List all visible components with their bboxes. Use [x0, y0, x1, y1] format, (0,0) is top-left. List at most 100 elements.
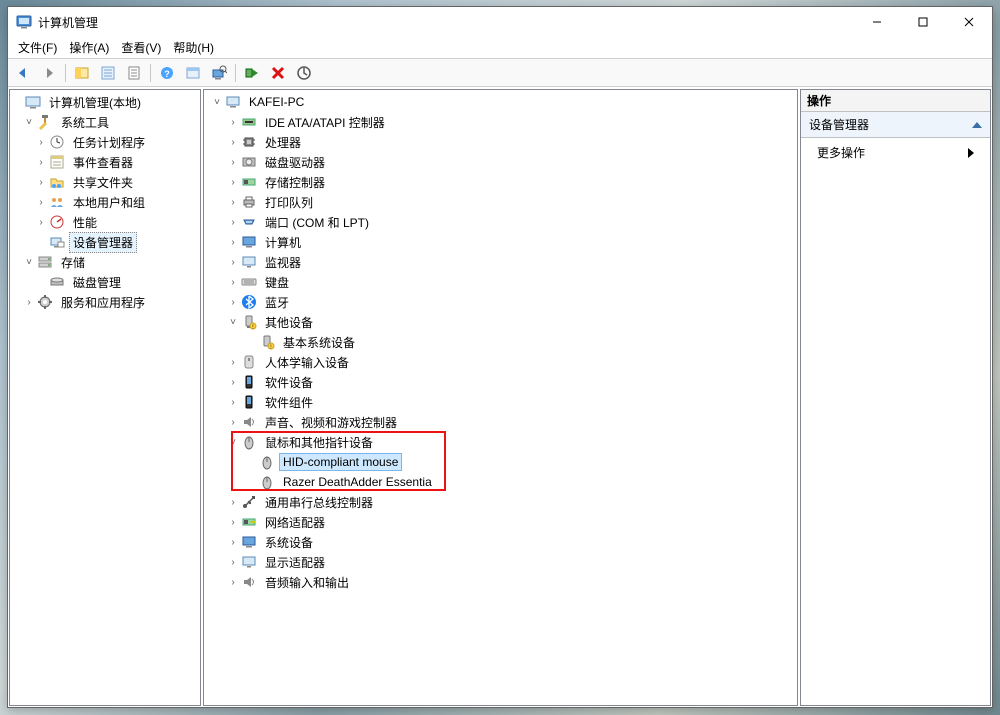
toolbar-separator	[235, 64, 236, 82]
properties-button[interactable]	[96, 62, 120, 84]
device-node-hid-mouse[interactable]: ›HID-compliant mouse	[204, 452, 797, 472]
nav-forward-button[interactable]	[37, 62, 61, 84]
device-node-pc[interactable]: ˅KAFEI-PC	[204, 92, 797, 112]
expand-icon[interactable]: ›	[226, 175, 240, 189]
actions-pane: 操作 设备管理器 更多操作	[800, 89, 991, 706]
actions-section-device-manager[interactable]: 设备管理器	[801, 112, 990, 138]
collapse-up-icon	[972, 122, 982, 128]
device-node-usb[interactable]: ›通用串行总线控制器	[204, 492, 797, 512]
window-title: 计算机管理	[38, 14, 98, 31]
mouse-icon	[241, 434, 257, 450]
expand-icon[interactable]: ›	[34, 195, 48, 209]
scan-hardware-button[interactable]	[207, 62, 231, 84]
device-node-other-devices[interactable]: ˅!其他设备	[204, 312, 797, 332]
computer-management-window: 计算机管理 文件(F) 操作(A) 查看(V) 帮助(H) ? ▸计算机管理(	[7, 6, 993, 708]
device-node-keyboard[interactable]: ›键盘	[204, 272, 797, 292]
expand-icon[interactable]: ›	[226, 375, 240, 389]
device-node-display-adapters[interactable]: ›显示适配器	[204, 552, 797, 572]
collapse-icon[interactable]: ˅	[210, 95, 224, 109]
tree-node-shared-folders[interactable]: ›共享文件夹	[10, 172, 200, 192]
expand-icon[interactable]: ›	[226, 495, 240, 509]
device-node-sound[interactable]: ›声音、视频和游戏控制器	[204, 412, 797, 432]
actions-item-more[interactable]: 更多操作	[801, 138, 990, 167]
mouse-icon	[259, 454, 275, 470]
menu-action[interactable]: 操作(A)	[63, 37, 115, 58]
collapse-icon[interactable]: ˅	[226, 315, 240, 329]
device-node-ports[interactable]: ›端口 (COM 和 LPT)	[204, 212, 797, 232]
enable-device-button[interactable]	[240, 62, 264, 84]
expand-icon[interactable]: ›	[226, 155, 240, 169]
tree-node-disk-mgmt[interactable]: ›磁盘管理	[10, 272, 200, 292]
expand-icon[interactable]: ›	[226, 515, 240, 529]
expand-icon[interactable]: ›	[226, 535, 240, 549]
submenu-arrow-icon	[968, 148, 974, 158]
expand-icon[interactable]: ›	[226, 215, 240, 229]
users-icon	[49, 194, 65, 210]
device-node-base-system[interactable]: ›!基本系统设备	[204, 332, 797, 352]
maximize-button[interactable]	[900, 7, 946, 37]
tree-node-task-scheduler[interactable]: ›任务计划程序	[10, 132, 200, 152]
device-node-audio-io[interactable]: ›音频输入和输出	[204, 572, 797, 592]
disable-device-button[interactable]	[266, 62, 290, 84]
tree-node-local-users[interactable]: ›本地用户和组	[10, 192, 200, 212]
storage-icon	[37, 254, 53, 270]
menu-file[interactable]: 文件(F)	[12, 37, 63, 58]
expand-icon[interactable]: ›	[226, 355, 240, 369]
nav-back-button[interactable]	[11, 62, 35, 84]
device-node-razer-mouse[interactable]: ›Razer DeathAdder Essentia	[204, 472, 797, 492]
device-node-network[interactable]: ›网络适配器	[204, 512, 797, 532]
tree-node-storage[interactable]: ˅存储	[10, 252, 200, 272]
expand-icon[interactable]: ›	[226, 275, 240, 289]
tree-node-services[interactable]: ›服务和应用程序	[10, 292, 200, 312]
device-node-bluetooth[interactable]: ›蓝牙	[204, 292, 797, 312]
expand-icon[interactable]: ›	[226, 195, 240, 209]
expand-icon[interactable]: ›	[226, 235, 240, 249]
expand-icon[interactable]: ›	[34, 155, 48, 169]
device-node-soft-devices[interactable]: ›软件设备	[204, 372, 797, 392]
expand-icon[interactable]: ›	[226, 255, 240, 269]
device-node-monitor[interactable]: ›监视器	[204, 252, 797, 272]
expand-icon[interactable]: ›	[34, 215, 48, 229]
update-driver-button[interactable]	[292, 62, 316, 84]
collapse-icon[interactable]: ˅	[22, 115, 36, 129]
device-tree[interactable]: ˅KAFEI-PC ›IDE ATA/ATAPI 控制器 ›处理器 ›磁盘驱动器…	[204, 90, 797, 594]
device-node-soft-components[interactable]: ›软件组件	[204, 392, 797, 412]
tree-node-device-manager[interactable]: ›设备管理器	[10, 232, 200, 252]
device-node-ide[interactable]: ›IDE ATA/ATAPI 控制器	[204, 112, 797, 132]
expand-icon[interactable]: ›	[226, 575, 240, 589]
close-button[interactable]	[946, 7, 992, 37]
expand-icon[interactable]: ›	[226, 555, 240, 569]
device-node-computer[interactable]: ›计算机	[204, 232, 797, 252]
view-icons-button[interactable]	[181, 62, 205, 84]
device-node-hid[interactable]: ›人体学输入设备	[204, 352, 797, 372]
expand-icon[interactable]: ›	[226, 415, 240, 429]
menu-help[interactable]: 帮助(H)	[167, 37, 220, 58]
device-node-cpu[interactable]: ›处理器	[204, 132, 797, 152]
expand-icon[interactable]: ›	[226, 295, 240, 309]
show-hide-tree-button[interactable]	[70, 62, 94, 84]
menu-view[interactable]: 查看(V)	[115, 37, 167, 58]
navigation-tree[interactable]: ▸计算机管理(本地) ˅系统工具 ›任务计划程序 ›事件查看器 ›共享文件夹 ›…	[10, 90, 200, 314]
device-node-mice[interactable]: ˅鼠标和其他指针设备	[204, 432, 797, 452]
expand-icon[interactable]: ›	[226, 135, 240, 149]
device-node-print-queues[interactable]: ›打印队列	[204, 192, 797, 212]
expand-icon[interactable]: ›	[22, 295, 36, 309]
app-icon	[16, 14, 32, 30]
export-list-button[interactable]	[122, 62, 146, 84]
help-button[interactable]: ?	[155, 62, 179, 84]
expand-icon[interactable]: ›	[226, 115, 240, 129]
device-node-system-devices[interactable]: ›系统设备	[204, 532, 797, 552]
minimize-button[interactable]	[854, 7, 900, 37]
expand-icon[interactable]: ›	[34, 135, 48, 149]
expand-icon[interactable]: ›	[34, 175, 48, 189]
tree-node-root[interactable]: ▸计算机管理(本地)	[10, 92, 200, 112]
tree-node-event-viewer[interactable]: ›事件查看器	[10, 152, 200, 172]
collapse-icon[interactable]: ˅	[226, 435, 240, 449]
tree-node-systools[interactable]: ˅系统工具	[10, 112, 200, 132]
usb-icon	[241, 494, 257, 510]
expand-icon[interactable]: ›	[226, 395, 240, 409]
tree-node-performance[interactable]: ›性能	[10, 212, 200, 232]
device-node-storage-controllers[interactable]: ›存储控制器	[204, 172, 797, 192]
collapse-icon[interactable]: ˅	[22, 255, 36, 269]
device-node-disk-drives[interactable]: ›磁盘驱动器	[204, 152, 797, 172]
